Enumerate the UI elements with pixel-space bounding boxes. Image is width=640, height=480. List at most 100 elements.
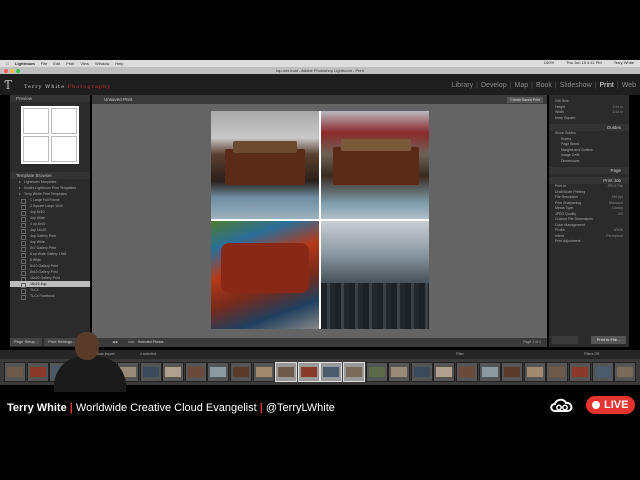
print-job-panel-header[interactable]: Print Job (549, 177, 629, 184)
setting-row[interactable]: Keep Square (549, 116, 629, 122)
menu-app[interactable]: Lightroom (15, 61, 35, 66)
setting-row[interactable]: Print Adjustment (549, 239, 629, 245)
filmstrip-thumbnail[interactable] (207, 362, 230, 382)
setting-label: Color Management (555, 222, 585, 227)
filmstrip-thumbnail[interactable] (275, 362, 298, 382)
presenter-handle: @TerryLWhite (265, 402, 335, 414)
identity-plate-photography: Photography (67, 84, 112, 90)
setting-label: Print to: (555, 184, 568, 188)
module-print[interactable]: Print (599, 82, 613, 89)
page-setup-button[interactable]: Page Setup... (10, 338, 43, 346)
canvas-footer: ◀ ▶ Use: Selected Photos Page 1 of 1 (92, 338, 547, 347)
menu-print[interactable]: Print (66, 61, 74, 66)
filmstrip-thumbnail[interactable] (162, 362, 185, 382)
live-badge: LIVE (586, 396, 635, 414)
filmstrip-thumbnail[interactable] (546, 362, 569, 382)
creative-cloud-icon (550, 398, 573, 412)
module-map[interactable]: Map (514, 82, 528, 89)
use-selector[interactable]: Selected Photos (138, 338, 164, 347)
filmstrip-thumbnail[interactable] (4, 362, 26, 382)
guides-panel-header[interactable]: Guides (549, 124, 629, 131)
filmstrip-thumbnail[interactable] (297, 362, 320, 382)
module-library[interactable]: Library (452, 82, 473, 89)
menu-view[interactable]: View (80, 61, 89, 66)
module-develop[interactable]: Develop (481, 82, 507, 89)
clock[interactable]: Thu Jun 15 4:11 PM (566, 60, 602, 65)
module-picker: Library | Develop | Map | Book | Slideshow | … (451, 82, 636, 89)
create-saved-print-button[interactable]: Create Saved Print (507, 96, 543, 103)
filmstrip-thumbnail[interactable] (320, 362, 343, 382)
broadcast-caption: Terry White | Worldwide Creative Cloud E… (0, 392, 640, 424)
setting-label: JPEG Quality (555, 211, 577, 216)
print-page[interactable] (211, 111, 429, 329)
filter-label: Filter (456, 352, 464, 356)
filmstrip-thumbnail[interactable] (388, 362, 411, 382)
left-panel: Preview Template Browser Lightroom Templ… (10, 95, 90, 347)
setting-label: Print Sharpening (555, 200, 582, 205)
menu-window[interactable]: Window (95, 61, 109, 66)
zoom-window-button[interactable] (16, 68, 20, 73)
template-item[interactable]: TLC4 Facebook (10, 293, 90, 300)
filmstrip-thumbnail[interactable] (139, 362, 162, 382)
page-panel-header[interactable]: Page (549, 167, 629, 174)
filmstrip-thumbnail[interactable] (365, 362, 388, 382)
photo-tram-interior[interactable] (211, 221, 319, 329)
filmstrip-thumbnail[interactable] (501, 362, 524, 382)
filmstrip-thumbnail[interactable] (184, 362, 207, 382)
setting-label: Cell Size (555, 99, 569, 103)
lightroom-top-panel: Ƭ Terry White Photography Library | Devel… (0, 74, 640, 95)
setting-label: Intent (555, 233, 564, 238)
setting-label: Custom File Dimensions (555, 217, 593, 221)
mac-menu-bar:  Lightroom File Edit Print View Window … (0, 60, 640, 67)
photo-junk-boat-2[interactable] (321, 111, 429, 219)
window-title: lap-mix.lrcat - Adobe Photoshop Lightroo… (276, 68, 364, 73)
filmstrip-thumbnail[interactable] (26, 362, 49, 382)
filmstrip-thumbnail[interactable] (343, 362, 365, 382)
close-window-button[interactable] (4, 68, 8, 73)
minimize-window-button[interactable] (10, 68, 14, 73)
filmstrip-thumbnail[interactable] (569, 362, 591, 382)
filmstrip-thumbnail[interactable] (614, 362, 637, 382)
filmstrip-thumbnail[interactable] (230, 362, 252, 382)
presenter-video (48, 330, 132, 392)
filmstrip-thumbnail[interactable] (433, 362, 456, 382)
presenter-title: Worldwide Creative Cloud Evangelist (75, 402, 257, 414)
filter-dropdown[interactable]: Filters Off (584, 350, 599, 359)
template-browser-header[interactable]: Template Browser (10, 172, 90, 179)
setting-label: Draft Mode Printing (555, 189, 586, 194)
filmstrip-thumbnail[interactable] (252, 362, 275, 382)
menu-edit[interactable]: Edit (53, 61, 60, 66)
right-panel: Cell Size Height 3.94 in Width 3.94 in Keep S… (549, 95, 629, 347)
preview-panel-header[interactable]: Preview (10, 95, 90, 102)
filmstrip-thumbnail[interactable] (478, 362, 501, 382)
photo-city-skyline[interactable] (321, 221, 429, 329)
template-list: Lightroom Templates Scott's Lightroom Pri… (10, 179, 90, 300)
setting-label: Height (555, 104, 566, 109)
module-book[interactable]: Book (536, 82, 552, 89)
live-dot-icon (592, 401, 600, 409)
filmstrip-thumbnail[interactable] (456, 362, 478, 382)
printer-button[interactable] (552, 336, 578, 344)
module-web[interactable]: Web (622, 82, 636, 89)
photo-junk-boat-1[interactable] (211, 111, 319, 219)
live-label: LIVE (604, 399, 629, 411)
user-name[interactable]: Terry White (614, 60, 634, 65)
filmstrip-thumbnail[interactable] (591, 362, 614, 382)
identity-plate-name: Terry White (24, 84, 68, 90)
menu-file[interactable]: File (41, 61, 47, 66)
filmstrip-thumbnail[interactable] (523, 362, 546, 382)
guide-checkbox[interactable]: Dimensions (549, 159, 629, 165)
window-title-bar: lap-mix.lrcat - Adobe Photoshop Lightroo… (0, 67, 640, 74)
unsaved-print-title: Unsaved Print (104, 97, 133, 102)
apple-icon[interactable]:  (6, 61, 9, 66)
filmstrip-thumbnail[interactable] (410, 362, 433, 382)
battery-status[interactable]: 100% (544, 60, 554, 65)
menu-help[interactable]: Help (115, 61, 123, 66)
caption-text: Terry White | Worldwide Creative Cloud E… (7, 402, 335, 414)
module-slideshow[interactable]: Slideshow (560, 82, 592, 89)
identity-plate: Terry White Photography (24, 84, 111, 90)
canvas-header: Unsaved Print Create Saved Print (92, 95, 547, 104)
setting-label: Media Type (555, 206, 574, 210)
setting-label: File Resolution (555, 195, 579, 199)
print-to-file-button[interactable]: Print to File... (591, 336, 626, 344)
